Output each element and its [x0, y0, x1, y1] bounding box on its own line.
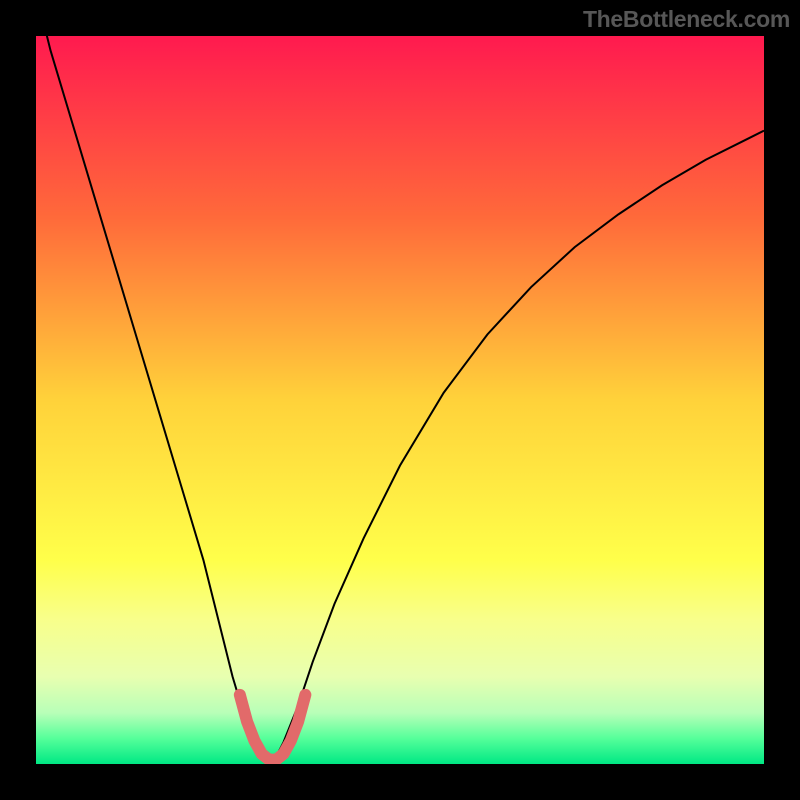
gradient-background	[36, 36, 764, 764]
chart-svg	[36, 36, 764, 764]
watermark-text: TheBottleneck.com	[583, 6, 790, 33]
plot-area	[36, 36, 764, 764]
chart-frame: TheBottleneck.com	[0, 0, 800, 800]
